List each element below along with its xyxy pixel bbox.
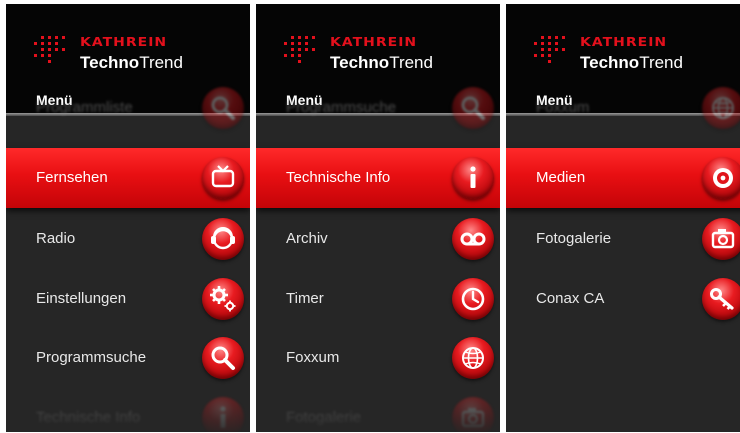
logo-brand-bold: Techno: [80, 53, 140, 72]
info-icon: [470, 166, 476, 188]
menu-item[interactable]: Fernsehen: [6, 148, 250, 208]
menu-item-button[interactable]: [452, 397, 494, 432]
key-icon: [710, 288, 734, 310]
menu-item-button[interactable]: [452, 157, 494, 199]
camera-icon: [711, 229, 735, 249]
menu-screen-3: KATHREIN TechnoTrend Menü Foxxum Medien …: [506, 4, 740, 432]
menu-item-button[interactable]: [452, 87, 494, 129]
menu-item-label: Timer: [286, 290, 324, 307]
kathrein-technotrend-logo: KATHREIN TechnoTrend: [284, 34, 444, 76]
menu-item-label: Medien: [536, 169, 586, 186]
menu-item-button[interactable]: [452, 218, 494, 260]
menu-list: Foxxum Medien Fotogalerie Conax CA: [506, 87, 740, 432]
menu-item-label: Technische Info: [286, 169, 391, 186]
menu-item-label: Fotogalerie: [286, 409, 362, 426]
menu-item[interactable]: Einstellungen: [6, 269, 250, 329]
logo-brand-bold: Techno: [330, 53, 390, 72]
camera-icon: [461, 408, 485, 428]
menu-item[interactable]: Medien: [506, 148, 740, 208]
menu-item-label: Programmsuche: [286, 99, 397, 116]
menu-item[interactable]: Timer: [256, 269, 500, 329]
menu-item[interactable]: Radio: [6, 209, 250, 269]
logo-brand-bold: Techno: [580, 53, 640, 72]
menu-item-button[interactable]: [452, 278, 494, 320]
logo-dots-icon: [34, 36, 65, 63]
menu-item[interactable]: Programmliste: [6, 78, 250, 138]
menu-item-button[interactable]: [702, 87, 740, 129]
menu-item[interactable]: Archiv: [256, 209, 500, 269]
archive-tape-icon: [460, 232, 486, 246]
menu-item-label: Foxxum: [286, 349, 340, 366]
menu-item[interactable]: Technische Info: [6, 388, 250, 432]
search-icon: [461, 96, 485, 120]
logo-brand-bottom: TechnoTrend: [330, 53, 433, 73]
logo-brand-bottom: TechnoTrend: [80, 53, 183, 73]
disc-icon: [713, 168, 733, 188]
menu-item-label: Conax CA: [536, 290, 605, 307]
kathrein-technotrend-logo: KATHREIN TechnoTrend: [34, 34, 194, 76]
menu-list: Programmsuche Technische Info Archiv Tim…: [256, 87, 500, 432]
menu-item-label: Einstellungen: [36, 290, 127, 307]
menu-item-button[interactable]: [202, 157, 244, 199]
radio-icon: [211, 227, 235, 250]
clock-icon: [461, 287, 485, 311]
settings-gears-icon: [210, 286, 236, 312]
menu-item-button[interactable]: [202, 218, 244, 260]
search-icon: [211, 346, 235, 370]
menu-item[interactable]: Fotogalerie: [256, 388, 500, 432]
menu-item-label: Archiv: [286, 230, 328, 247]
logo-dots-icon: [534, 36, 565, 63]
menu-item-button[interactable]: [202, 337, 244, 379]
menu-item-button[interactable]: [702, 278, 740, 320]
logo-dots-icon: [284, 36, 315, 63]
menu-item[interactable]: Technische Info: [256, 148, 500, 208]
logo-brand-light: Trend: [389, 53, 433, 72]
menu-item-button[interactable]: [452, 337, 494, 379]
menu-item-label: Fernsehen: [36, 169, 108, 186]
menu-item-label: Foxxum: [536, 99, 590, 116]
menu-item-button[interactable]: [702, 218, 740, 260]
menu-item[interactable]: Foxxum: [256, 328, 500, 388]
menu-item-button[interactable]: [202, 397, 244, 432]
tv-icon: [211, 165, 235, 188]
logo-brand-bottom: TechnoTrend: [580, 53, 683, 73]
menu-item-label: Radio: [36, 230, 76, 247]
menu-item-button[interactable]: [202, 87, 244, 129]
menu-item[interactable]: Programmsuche: [256, 78, 500, 138]
menu-item-label: Technische Info: [36, 409, 141, 426]
menu-item-label: Fotogalerie: [536, 230, 612, 247]
menu-list: Programmliste Fernsehen Radio Einstellun…: [6, 87, 250, 432]
globe-icon: [462, 347, 484, 369]
search-icon: [211, 96, 235, 120]
kathrein-technotrend-logo: KATHREIN TechnoTrend: [534, 34, 694, 76]
menu-item[interactable]: Programmsuche: [6, 328, 250, 388]
logo-brand-top: KATHREIN: [330, 35, 418, 50]
menu-item[interactable]: Fotogalerie: [506, 209, 740, 269]
menu-item-label: Programmsuche: [36, 349, 147, 366]
menu-screen-2: KATHREIN TechnoTrend Menü Programmsuche …: [256, 4, 500, 432]
globe-icon: [712, 97, 734, 119]
logo-brand-light: Trend: [139, 53, 183, 72]
menu-item[interactable]: Foxxum: [506, 78, 740, 138]
menu-item[interactable]: Conax CA: [506, 269, 740, 329]
logo-brand-top: KATHREIN: [80, 35, 168, 50]
logo-brand-light: Trend: [639, 53, 683, 72]
logo-brand-top: KATHREIN: [580, 35, 668, 50]
menu-item-label: Programmliste: [36, 99, 133, 116]
menu-item-button[interactable]: [702, 157, 740, 199]
menu-item-button[interactable]: [202, 278, 244, 320]
info-icon: [220, 406, 226, 428]
menu-screen-1: KATHREIN TechnoTrend Menü Programmliste …: [6, 4, 250, 432]
